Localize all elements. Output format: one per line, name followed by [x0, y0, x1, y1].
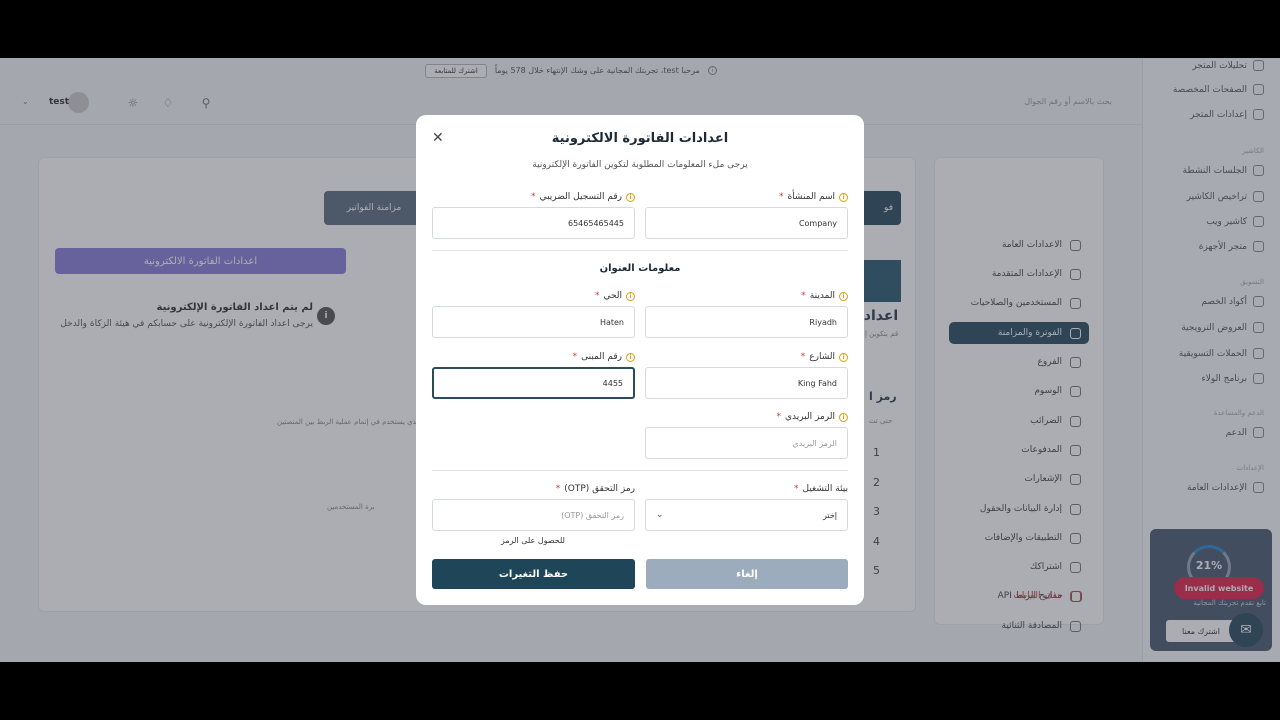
- environment-select[interactable]: إختر ⌄: [645, 499, 848, 531]
- cancel-button[interactable]: إلغاء: [646, 559, 848, 589]
- modal-subtitle: يرجى ملء المعلومات المطلوبة لتكوين الفات…: [532, 160, 748, 170]
- save-button[interactable]: حفظ التغيرات: [432, 559, 635, 589]
- building-number-input[interactable]: [432, 367, 635, 399]
- building-number-label: i رقم المبنى *: [573, 352, 635, 362]
- postal-code-label: i الرمز البريدي *: [776, 412, 848, 422]
- district-input[interactable]: [432, 306, 635, 338]
- info-icon[interactable]: i: [626, 192, 635, 202]
- postal-code-input[interactable]: [645, 427, 848, 459]
- einvoice-settings-modal: ✕ اعدادات الفاتورة الالكترونية يرجى ملء …: [416, 115, 864, 605]
- tax-number-label: i رقم التسجيل الضريبي *: [531, 192, 635, 202]
- company-name-input[interactable]: [645, 207, 848, 239]
- company-name-label: i اسم المنشأة *: [779, 192, 848, 202]
- otp-input[interactable]: [432, 499, 635, 531]
- environment-label: بيئة التشغيل *: [794, 484, 848, 494]
- modal-title: اعدادات الفاتورة الالكترونية: [551, 131, 729, 146]
- city-label: i المدينة *: [801, 291, 848, 301]
- street-input[interactable]: [645, 367, 848, 399]
- tax-number-input[interactable]: [432, 207, 635, 239]
- divider: [432, 470, 848, 471]
- app-screen: i مرحبا test، تجربتك المجانية على وشك ال…: [0, 58, 1280, 662]
- info-icon[interactable]: i: [839, 412, 848, 422]
- address-section-title: معلومات العنوان: [599, 263, 681, 274]
- chevron-down-icon: ⌄: [656, 510, 664, 520]
- get-otp-link[interactable]: للحصول على الرمز: [501, 536, 565, 545]
- environment-select-value: إختر: [823, 510, 837, 520]
- city-input[interactable]: [645, 306, 848, 338]
- street-label: i الشارع *: [801, 352, 848, 362]
- info-icon[interactable]: i: [839, 192, 848, 202]
- otp-label: رمز التحقق (OTP) *: [555, 484, 635, 494]
- info-icon[interactable]: i: [839, 291, 848, 301]
- info-icon[interactable]: i: [839, 352, 848, 362]
- info-icon[interactable]: i: [626, 291, 635, 301]
- info-icon[interactable]: i: [626, 352, 635, 362]
- divider: [432, 250, 848, 251]
- district-label: i الحي *: [595, 291, 635, 301]
